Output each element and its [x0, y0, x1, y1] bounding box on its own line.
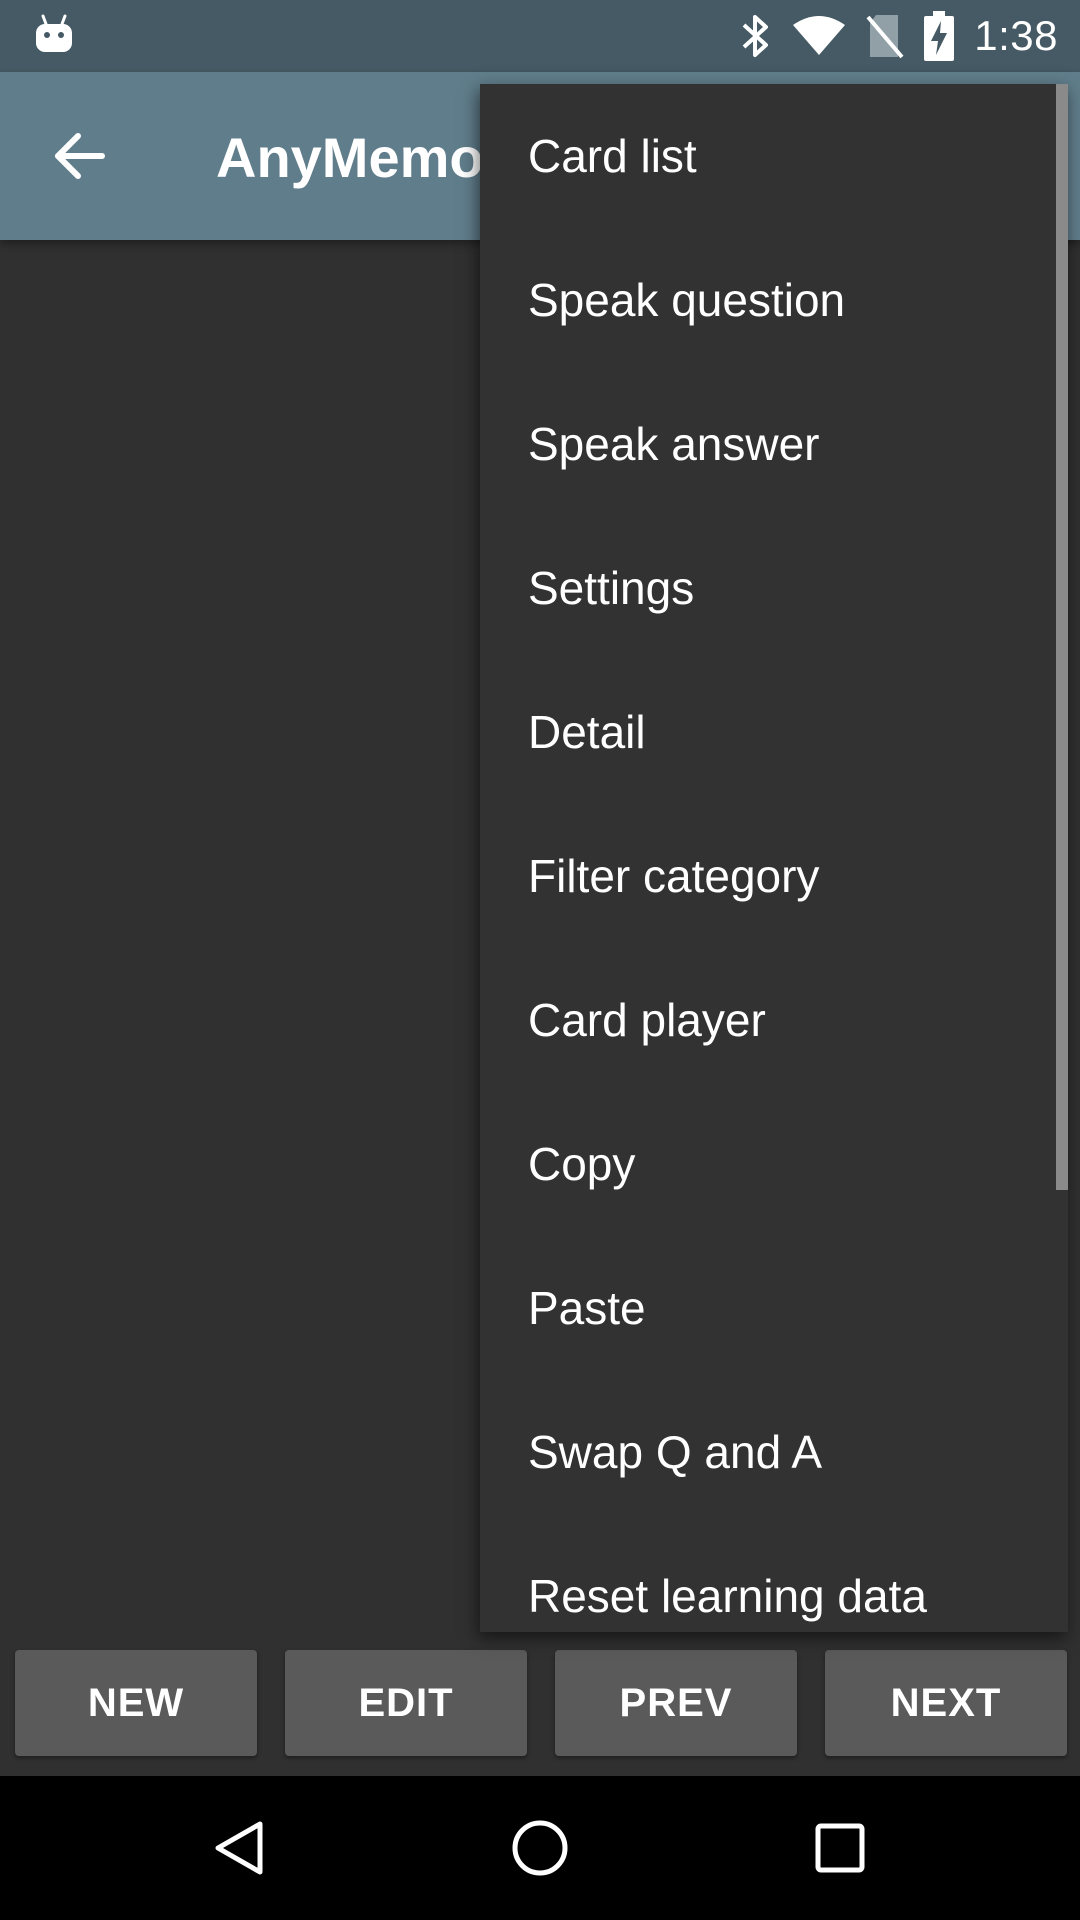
- menu-item-copy[interactable]: Copy: [480, 1092, 1068, 1236]
- home-circle-icon: [512, 1820, 568, 1876]
- next-button[interactable]: NEXT: [825, 1650, 1067, 1756]
- bottom-button-bar: NEW EDIT PREV NEXT: [0, 1632, 1080, 1776]
- battery-charging-icon: [924, 0, 955, 72]
- nav-back-button[interactable]: [200, 1808, 280, 1888]
- status-icons: 1:38: [740, 0, 1058, 72]
- edit-button[interactable]: EDIT: [285, 1650, 527, 1756]
- menu-item-detail[interactable]: Detail: [480, 660, 1068, 804]
- menu-item-speak-answer[interactable]: Speak answer: [480, 372, 1068, 516]
- menu-item-swap-q-and-a[interactable]: Swap Q and A: [480, 1380, 1068, 1524]
- menu-item-paste[interactable]: Paste: [480, 1236, 1068, 1380]
- wifi-icon: [792, 0, 846, 72]
- recents-square-icon: [815, 1823, 865, 1873]
- arrow-back-icon: [55, 133, 105, 179]
- menu-item-reset-learning-data[interactable]: Reset learning data: [480, 1524, 1068, 1632]
- back-button[interactable]: [40, 116, 120, 196]
- new-button[interactable]: NEW: [15, 1650, 257, 1756]
- nav-recents-button[interactable]: [800, 1808, 880, 1888]
- menu-item-card-list[interactable]: Card list: [480, 84, 1068, 228]
- navigation-bar: [0, 1776, 1080, 1920]
- overflow-menu: Card list Speak question Speak answer Se…: [480, 84, 1068, 1632]
- android-debug-icon: [34, 14, 74, 56]
- menu-item-settings[interactable]: Settings: [480, 516, 1068, 660]
- no-sim-icon: [866, 0, 904, 72]
- app-title: AnyMemo: [216, 126, 484, 189]
- status-time: 1:38: [974, 12, 1058, 59]
- status-bar: 1:38: [0, 0, 1080, 72]
- menu-item-filter-category[interactable]: Filter category: [480, 804, 1068, 948]
- menu-item-speak-question[interactable]: Speak question: [480, 228, 1068, 372]
- menu-item-card-player[interactable]: Card player: [480, 948, 1068, 1092]
- back-triangle-icon: [215, 1821, 263, 1875]
- bluetooth-icon: [740, 0, 772, 72]
- menu-scrollbar[interactable]: [1056, 84, 1068, 1190]
- prev-button[interactable]: PREV: [555, 1650, 797, 1756]
- nav-home-button[interactable]: [500, 1808, 580, 1888]
